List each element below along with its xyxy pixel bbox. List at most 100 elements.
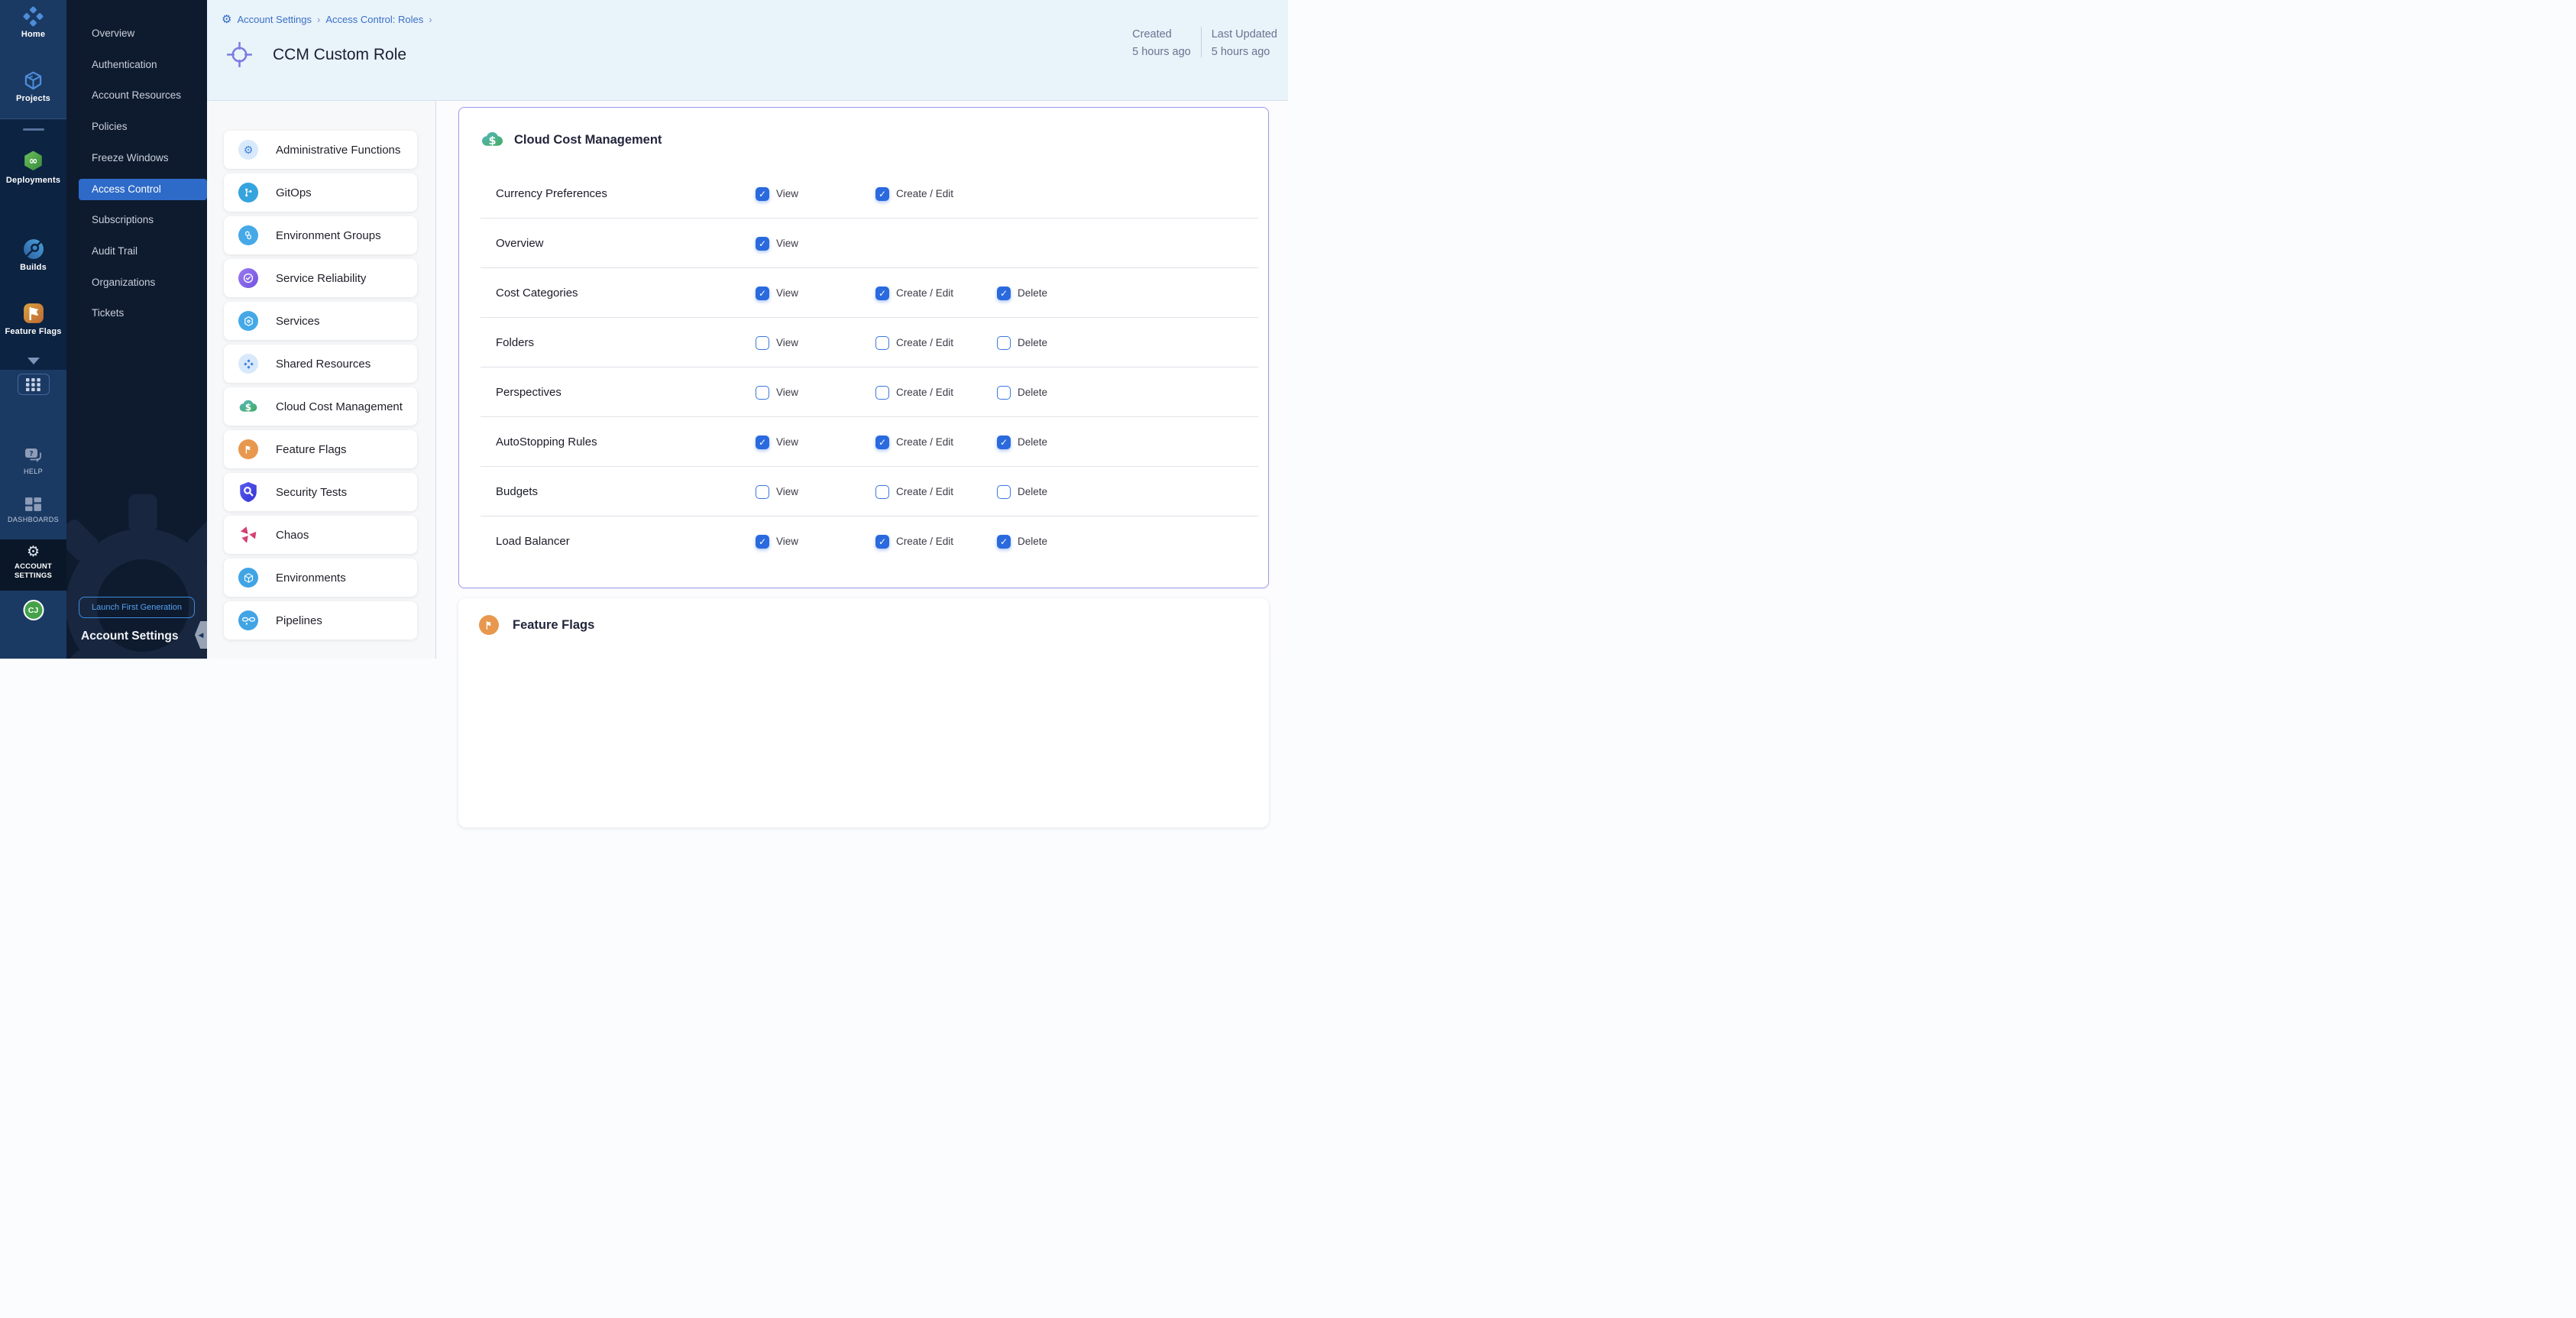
rail-item-builds[interactable]: Builds	[0, 238, 66, 272]
folders-delete-checkbox[interactable]	[997, 336, 1011, 350]
sidebar-item-authentication[interactable]: Authentication	[66, 54, 207, 76]
rail-item-label: HELP	[0, 468, 66, 475]
module-grid-button[interactable]	[18, 374, 50, 395]
cost-categories-create-edit-checkbox[interactable]: ✓	[875, 287, 889, 300]
permission-label: Delete	[1018, 337, 1047, 348]
permission-label: Delete	[1018, 436, 1047, 448]
rail-item-deployments[interactable]: ∞ Deployments	[0, 150, 66, 185]
permission-create-edit: ✓Create / Edit	[875, 417, 953, 467]
rail-item-help[interactable]: ? HELP	[0, 447, 66, 475]
rail-item-projects[interactable]: Projects	[0, 70, 66, 103]
module-item-feature-flags[interactable]: Feature Flags	[224, 430, 417, 468]
permission-delete: Delete	[997, 467, 1047, 517]
module-item-chaos[interactable]: Chaos	[224, 516, 417, 554]
svg-text:?: ?	[29, 451, 33, 458]
sidebar-item-policies[interactable]: Policies	[66, 116, 207, 138]
grid-icon	[26, 378, 40, 391]
module-item-shared-resources[interactable]: Shared Resources	[224, 345, 417, 383]
permission-label: View	[776, 188, 798, 199]
permission-delete: ✓Delete	[997, 268, 1047, 318]
load-balancer-create-edit-checkbox[interactable]: ✓	[875, 535, 889, 549]
rail-item-label: ACCOUNT SETTINGS	[9, 562, 58, 581]
breadcrumb-account-settings[interactable]: Account Settings	[237, 14, 312, 25]
sidebar-item-organizations[interactable]: Organizations	[66, 272, 207, 293]
sidebar-item-tickets[interactable]: Tickets	[66, 303, 207, 324]
permission-row-cost-categories: Cost Categories✓View✓Create / Edit✓Delet…	[459, 268, 1268, 318]
permission-row-currency-preferences: Currency Preferences✓View✓Create / Edit	[459, 169, 1268, 219]
collapse-arrow-icon: ◀	[199, 631, 204, 640]
permission-label: Delete	[1018, 486, 1047, 497]
permission-label: Create / Edit	[896, 337, 953, 348]
last-updated-value: 5 hours ago	[1212, 44, 1277, 61]
permission-label: View	[776, 486, 798, 497]
module-item-environment-groups[interactable]: Environment Groups	[224, 216, 417, 254]
perspectives-create-edit-checkbox[interactable]	[875, 386, 889, 400]
rail-item-account-settings[interactable]: ⚙ ACCOUNT SETTINGS	[0, 545, 66, 581]
budgets-create-edit-checkbox[interactable]	[875, 485, 889, 499]
account-settings-gear-icon: ⚙	[0, 545, 66, 559]
folders-create-edit-checkbox[interactable]	[875, 336, 889, 350]
autostopping-rules-create-edit-checkbox[interactable]: ✓	[875, 436, 889, 449]
chevron-down-icon[interactable]	[28, 358, 40, 364]
module-item-administrative-functions[interactable]: ⚙Administrative Functions	[224, 131, 417, 169]
module-item-security-tests[interactable]: Security Tests	[224, 473, 417, 511]
permission-delete: Delete	[997, 318, 1047, 368]
permission-label: View	[776, 337, 798, 348]
resource-name: Overview	[496, 219, 544, 268]
security-tests-icon	[238, 482, 258, 502]
module-item-label: Cloud Cost Management	[276, 387, 403, 426]
page-header: ⚙ Account Settings › Access Control: Rol…	[207, 0, 1288, 101]
sidebar-item-audit-trail[interactable]: Audit Trail	[66, 241, 207, 262]
module-item-service-reliability[interactable]: Service Reliability	[224, 259, 417, 297]
overview-view-checkbox[interactable]: ✓	[756, 237, 769, 251]
module-item-services[interactable]: Services	[224, 302, 417, 340]
feature-flags-icon	[0, 303, 66, 324]
panel-title: Feature Flags	[513, 618, 594, 633]
module-item-label: Environments	[276, 559, 346, 597]
sidebar-item-access-control[interactable]: Access Control	[79, 179, 207, 200]
budgets-delete-checkbox[interactable]	[997, 485, 1011, 499]
folders-view-checkbox[interactable]	[756, 336, 769, 350]
launch-first-generation-button[interactable]: Launch First Generation	[79, 597, 195, 618]
permission-label: Create / Edit	[896, 387, 953, 398]
module-item-gitops[interactable]: GitOps	[224, 173, 417, 212]
resource-name: Cost Categories	[496, 268, 578, 318]
rail-item-dashboards[interactable]: DASHBOARDS	[0, 497, 66, 523]
perspectives-delete-checkbox[interactable]	[997, 386, 1011, 400]
rail-item-home[interactable]: Home	[0, 6, 66, 39]
permission-view: View	[756, 318, 798, 368]
load-balancer-view-checkbox[interactable]: ✓	[756, 535, 769, 549]
sidebar-item-freeze-windows[interactable]: Freeze Windows	[66, 147, 207, 169]
permission-view: View	[756, 467, 798, 517]
projects-icon	[0, 70, 66, 91]
permission-label: Delete	[1018, 536, 1047, 547]
resource-name: Perspectives	[496, 368, 561, 417]
module-item-cloud-cost-management[interactable]: $Cloud Cost Management	[224, 387, 417, 426]
sidebar-item-account-resources[interactable]: Account Resources	[66, 85, 207, 106]
budgets-view-checkbox[interactable]	[756, 485, 769, 499]
feature-flags-icon	[479, 615, 499, 635]
perspectives-view-checkbox[interactable]	[756, 386, 769, 400]
resource-name: AutoStopping Rules	[496, 417, 597, 467]
account-settings-sidebar: Overview Authentication Account Resources P…	[66, 0, 207, 659]
sidebar-title: Account Settings	[81, 630, 178, 643]
user-avatar[interactable]: CJ	[23, 600, 44, 620]
currency-preferences-view-checkbox[interactable]: ✓	[756, 187, 769, 201]
currency-preferences-create-edit-checkbox[interactable]: ✓	[875, 187, 889, 201]
environments-icon	[238, 568, 258, 588]
rail-item-feature-flags[interactable]: Feature Flags	[0, 303, 66, 336]
sidebar-collapse-handle[interactable]: ◀	[195, 621, 207, 649]
module-item-environments[interactable]: Environments	[224, 559, 417, 597]
sidebar-item-overview[interactable]: Overview	[66, 23, 207, 44]
sidebar-item-subscriptions[interactable]: Subscriptions	[66, 209, 207, 231]
autostopping-rules-view-checkbox[interactable]: ✓	[756, 436, 769, 449]
permission-create-edit: ✓Create / Edit	[875, 517, 953, 566]
permission-label: View	[776, 287, 798, 299]
breadcrumb-access-control-roles[interactable]: Access Control: Roles	[325, 14, 423, 25]
cost-categories-view-checkbox[interactable]: ✓	[756, 287, 769, 300]
load-balancer-delete-checkbox[interactable]: ✓	[997, 535, 1011, 549]
module-item-pipelines[interactable]: Pipelines	[224, 601, 417, 640]
permission-create-edit: ✓Create / Edit	[875, 169, 953, 219]
autostopping-rules-delete-checkbox[interactable]: ✓	[997, 436, 1011, 449]
cost-categories-delete-checkbox[interactable]: ✓	[997, 287, 1011, 300]
